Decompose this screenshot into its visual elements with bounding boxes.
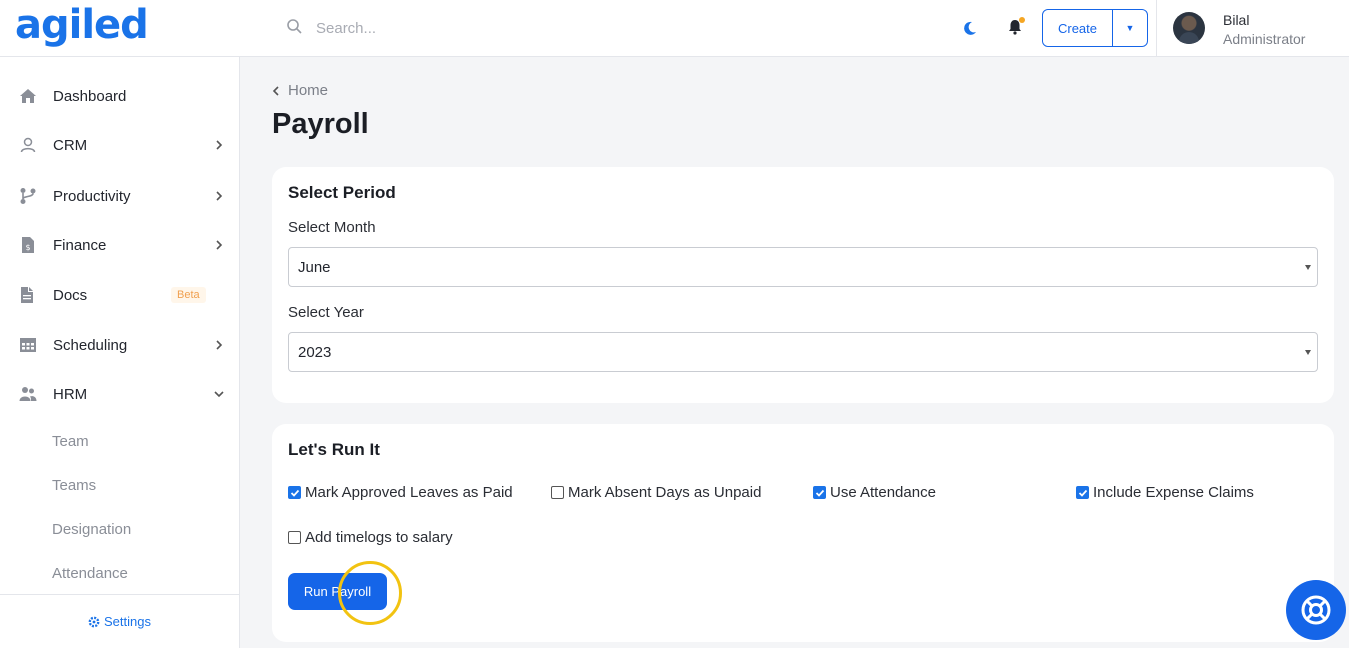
option-add-timelogs[interactable]: Add timelogs to salary bbox=[288, 529, 453, 546]
option-absent-days-unpaid[interactable]: Mark Absent Days as Unpaid bbox=[551, 484, 761, 501]
sidebar: Dashboard CRM Productivity $ Finance Doc… bbox=[0, 57, 240, 648]
breadcrumb[interactable]: Home bbox=[272, 82, 328, 99]
checkbox-checked[interactable] bbox=[288, 486, 301, 499]
chevron-right-icon bbox=[216, 140, 223, 150]
search-icon bbox=[286, 18, 302, 39]
sidebar-subitem-attendance[interactable]: Attendance bbox=[52, 565, 128, 582]
page-title: Payroll bbox=[272, 108, 369, 140]
option-label: Include Expense Claims bbox=[1093, 484, 1254, 501]
option-label: Use Attendance bbox=[830, 484, 936, 501]
home-icon bbox=[19, 87, 37, 105]
beta-badge: Beta bbox=[171, 287, 206, 303]
sidebar-item-crm[interactable]: CRM bbox=[0, 125, 239, 165]
user-role: Administrator bbox=[1223, 31, 1306, 47]
chevron-left-icon bbox=[272, 85, 279, 96]
option-use-attendance[interactable]: Use Attendance bbox=[813, 484, 936, 501]
option-label: Mark Approved Leaves as Paid bbox=[305, 484, 513, 501]
year-value: 2023 bbox=[298, 343, 332, 361]
header-divider bbox=[1156, 0, 1157, 57]
sidebar-item-label: Docs bbox=[53, 286, 88, 304]
chevron-down-icon bbox=[214, 391, 224, 398]
sidebar-item-dashboard[interactable]: Dashboard bbox=[0, 76, 239, 116]
month-select[interactable]: June bbox=[288, 247, 1318, 287]
app-logo[interactable]: agiled bbox=[15, 2, 149, 48]
top-bar: agiled Create ▼ Bilal Administrator bbox=[0, 0, 1349, 57]
sidebar-item-hrm[interactable]: HRM bbox=[0, 374, 239, 414]
sidebar-item-label: Dashboard bbox=[53, 87, 127, 105]
sidebar-item-docs[interactable]: Docs Beta bbox=[0, 275, 239, 315]
notification-bell-icon[interactable] bbox=[1005, 17, 1025, 37]
people-icon bbox=[19, 385, 37, 403]
branch-icon bbox=[19, 187, 37, 205]
option-label: Add timelogs to salary bbox=[305, 529, 453, 546]
chevron-right-icon bbox=[216, 191, 223, 201]
month-label: Select Month bbox=[288, 219, 376, 236]
user-name[interactable]: Bilal bbox=[1223, 12, 1249, 28]
help-button[interactable] bbox=[1286, 580, 1346, 640]
sidebar-item-label: CRM bbox=[53, 136, 88, 154]
gear-icon bbox=[88, 616, 100, 627]
option-approved-leaves-paid[interactable]: Mark Approved Leaves as Paid bbox=[288, 484, 513, 501]
sidebar-item-finance[interactable]: $ Finance bbox=[0, 225, 239, 265]
docs-icon bbox=[19, 286, 37, 304]
chevron-right-icon bbox=[216, 340, 223, 350]
sidebar-item-label: Productivity bbox=[53, 187, 131, 205]
sidebar-item-label: Scheduling bbox=[53, 336, 128, 354]
sidebar-item-label: HRM bbox=[53, 385, 88, 403]
card-title: Select Period bbox=[288, 183, 396, 202]
settings-link[interactable]: Settings bbox=[0, 594, 239, 648]
lifebuoy-icon bbox=[1301, 595, 1331, 625]
avatar[interactable] bbox=[1173, 12, 1205, 44]
sidebar-item-scheduling[interactable]: Scheduling bbox=[0, 325, 239, 365]
run-payroll-card: Let's Run It Mark Approved Leaves as Pai… bbox=[272, 424, 1334, 642]
month-value: June bbox=[298, 258, 331, 276]
sidebar-subitem-team[interactable]: Team bbox=[52, 433, 89, 450]
breadcrumb-home[interactable]: Home bbox=[288, 82, 328, 99]
sidebar-subitem-teams[interactable]: Teams bbox=[52, 477, 96, 494]
create-button[interactable]: Create bbox=[1043, 10, 1113, 46]
dark-mode-icon[interactable] bbox=[961, 19, 979, 37]
option-include-expense-claims[interactable]: Include Expense Claims bbox=[1076, 484, 1254, 501]
invoice-icon: $ bbox=[19, 236, 37, 254]
settings-label: Settings bbox=[104, 614, 151, 629]
sidebar-item-productivity[interactable]: Productivity bbox=[0, 176, 239, 216]
sidebar-subitem-designation[interactable]: Designation bbox=[52, 521, 131, 538]
year-label: Select Year bbox=[288, 304, 364, 321]
dropdown-caret-icon bbox=[1305, 265, 1311, 270]
search-input[interactable] bbox=[316, 20, 616, 37]
run-payroll-button[interactable]: Run Payroll bbox=[288, 573, 387, 610]
select-period-card: Select Period Select Month June Select Y… bbox=[272, 167, 1334, 403]
create-dropdown-caret-icon[interactable]: ▼ bbox=[1113, 10, 1147, 46]
notification-dot bbox=[1019, 17, 1025, 23]
option-label: Mark Absent Days as Unpaid bbox=[568, 484, 762, 501]
checkbox-checked[interactable] bbox=[1076, 486, 1089, 499]
search-bar bbox=[286, 18, 616, 39]
year-select[interactable]: 2023 bbox=[288, 332, 1318, 372]
create-button-group: Create ▼ bbox=[1042, 9, 1148, 47]
dropdown-caret-icon bbox=[1305, 350, 1311, 355]
svg-text:$: $ bbox=[25, 243, 30, 252]
checkbox-checked[interactable] bbox=[813, 486, 826, 499]
checkbox-unchecked[interactable] bbox=[288, 531, 301, 544]
sidebar-item-label: Finance bbox=[53, 236, 107, 254]
calendar-icon bbox=[19, 336, 37, 354]
chevron-right-icon bbox=[216, 240, 223, 250]
user-icon bbox=[19, 136, 37, 154]
card-title: Let's Run It bbox=[288, 440, 380, 459]
checkbox-unchecked[interactable] bbox=[551, 486, 564, 499]
